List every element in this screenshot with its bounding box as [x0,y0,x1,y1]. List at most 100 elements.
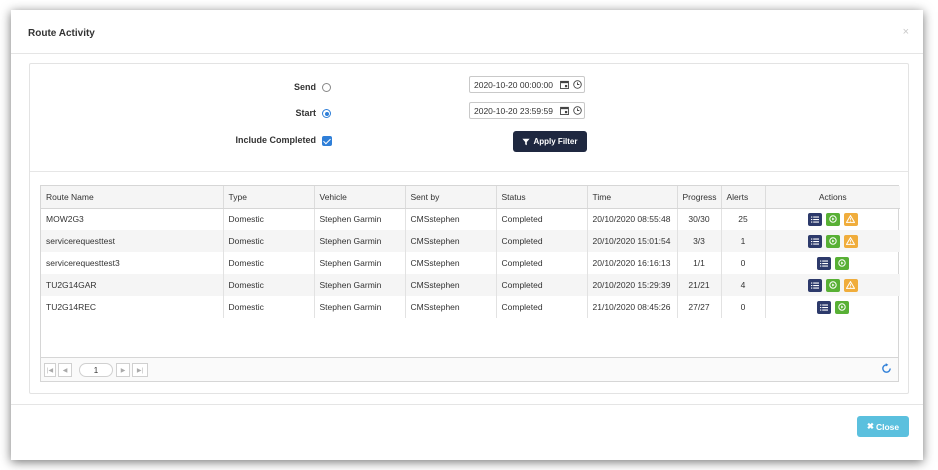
cell-sent-by: CMSstephen [405,296,497,318]
route-activity-modal: Route Activity × Send Start Include Comp… [11,10,923,460]
col-header-progress[interactable]: Progress [677,186,722,209]
calendar-icon[interactable] [558,77,571,92]
include-completed-label: Include Completed [235,135,316,145]
send-datetime-input[interactable] [470,77,558,92]
start-label: Start [295,108,316,118]
table-row[interactable]: TU2G14GAR Domestic Stephen Garmin CMSste… [41,274,900,296]
cell-alerts: 4 [721,274,766,296]
first-page-button[interactable]: |◀ [44,363,56,377]
calendar-icon[interactable] [558,103,571,118]
cell-type: Domestic [223,252,315,274]
play-icon[interactable] [825,234,840,248]
table-row[interactable]: TU2G14REC Domestic Stephen Garmin CMSste… [41,296,900,318]
send-label: Send [293,82,316,92]
table-row[interactable]: servicerequesttest Domestic Stephen Garm… [41,230,900,252]
content-panel: Send Start Include Completed 2020-10-20 … [29,63,909,394]
row-actions [771,256,896,270]
cell-actions [765,252,900,274]
clock-icon[interactable] [571,103,584,118]
table-header-row: Route Name Type Vehicle Sent by Status T… [41,186,900,209]
cell-sent-by: CMSstephen [405,208,497,230]
cell-vehicle: Stephen Garmin [314,208,406,230]
play-icon[interactable] [825,212,840,226]
list-icon[interactable] [807,234,822,248]
cell-time: 20/10/2020 15:01:54 [587,230,678,252]
cell-route-name: servicerequesttest3 [41,252,224,274]
filter-area: Send Start Include Completed 2020-10-20 … [30,64,908,172]
col-header-alerts[interactable]: Alerts [721,186,766,209]
apply-filter-label: Apply Filter [533,137,578,146]
col-header-type[interactable]: Type [223,186,315,209]
cell-actions [765,296,900,318]
col-header-status[interactable]: Status [496,186,588,209]
cell-progress: 27/27 [677,296,722,318]
cell-progress: 21/21 [677,274,722,296]
cell-progress: 3/3 [677,230,722,252]
table-row[interactable]: servicerequesttest3 Domestic Stephen Gar… [41,252,900,274]
footer-divider [11,404,923,405]
table-row[interactable]: MOW2G3 Domestic Stephen Garmin CMSstephe… [41,208,900,230]
list-icon[interactable] [816,300,831,314]
warning-icon[interactable] [843,278,858,292]
cell-time: 20/10/2020 08:55:48 [587,208,678,230]
send-datetime-picker [469,76,585,93]
col-header-sent-by[interactable]: Sent by [405,186,497,209]
close-button[interactable]: ✖ Close [857,416,909,437]
row-actions [771,234,896,248]
start-radio[interactable] [322,109,331,118]
cell-type: Domestic [223,208,315,230]
apply-filter-button[interactable]: Apply Filter [513,131,587,152]
cell-actions [765,230,900,252]
route-table: Route Name Type Vehicle Sent by Status T… [41,186,900,318]
close-x-icon[interactable]: × [903,26,909,38]
cell-actions [765,274,900,296]
cell-type: Domestic [223,230,315,252]
cell-alerts: 0 [721,252,766,274]
cell-vehicle: Stephen Garmin [314,252,406,274]
cell-sent-by: CMSstephen [405,230,497,252]
times-icon: ✖ [866,421,874,431]
cell-sent-by: CMSstephen [405,274,497,296]
modal-title: Route Activity [28,28,95,39]
last-page-button[interactable]: ▶| [132,363,148,377]
cell-status: Completed [496,208,588,230]
cell-vehicle: Stephen Garmin [314,274,406,296]
list-icon[interactable] [807,278,822,292]
play-icon[interactable] [834,256,849,270]
cell-vehicle: Stephen Garmin [314,230,406,252]
cell-vehicle: Stephen Garmin [314,296,406,318]
cell-time: 20/10/2020 15:29:39 [587,274,678,296]
include-completed-checkbox[interactable] [322,136,332,146]
cell-alerts: 1 [721,230,766,252]
play-icon[interactable] [834,300,849,314]
cell-alerts: 0 [721,296,766,318]
modal-header: Route Activity × [11,10,923,54]
clock-icon[interactable] [571,77,584,92]
page-number-input[interactable]: 1 [79,363,113,377]
filter-icon [522,138,531,145]
send-radio[interactable] [322,83,331,92]
play-icon[interactable] [825,278,840,292]
warning-icon[interactable] [843,234,858,248]
row-actions [771,278,896,292]
cell-status: Completed [496,296,588,318]
col-header-route-name[interactable]: Route Name [41,186,224,209]
start-datetime-input[interactable] [470,103,558,118]
list-icon[interactable] [816,256,831,270]
list-icon[interactable] [807,212,822,226]
refresh-icon[interactable] [881,363,892,376]
cell-route-name: TU2G14REC [41,296,224,318]
prev-page-button[interactable]: ◀ [58,363,72,377]
warning-icon[interactable] [843,212,858,226]
col-header-vehicle[interactable]: Vehicle [314,186,406,209]
cell-time: 20/10/2020 16:16:13 [587,252,678,274]
cell-actions [765,208,900,230]
cell-route-name: TU2G14GAR [41,274,224,296]
next-page-button[interactable]: ▶ [116,363,130,377]
cell-sent-by: CMSstephen [405,252,497,274]
route-grid: Route Name Type Vehicle Sent by Status T… [40,185,900,382]
cell-time: 21/10/2020 08:45:26 [587,296,678,318]
cell-progress: 1/1 [677,252,722,274]
col-header-time[interactable]: Time [587,186,678,209]
cell-route-name: MOW2G3 [41,208,224,230]
